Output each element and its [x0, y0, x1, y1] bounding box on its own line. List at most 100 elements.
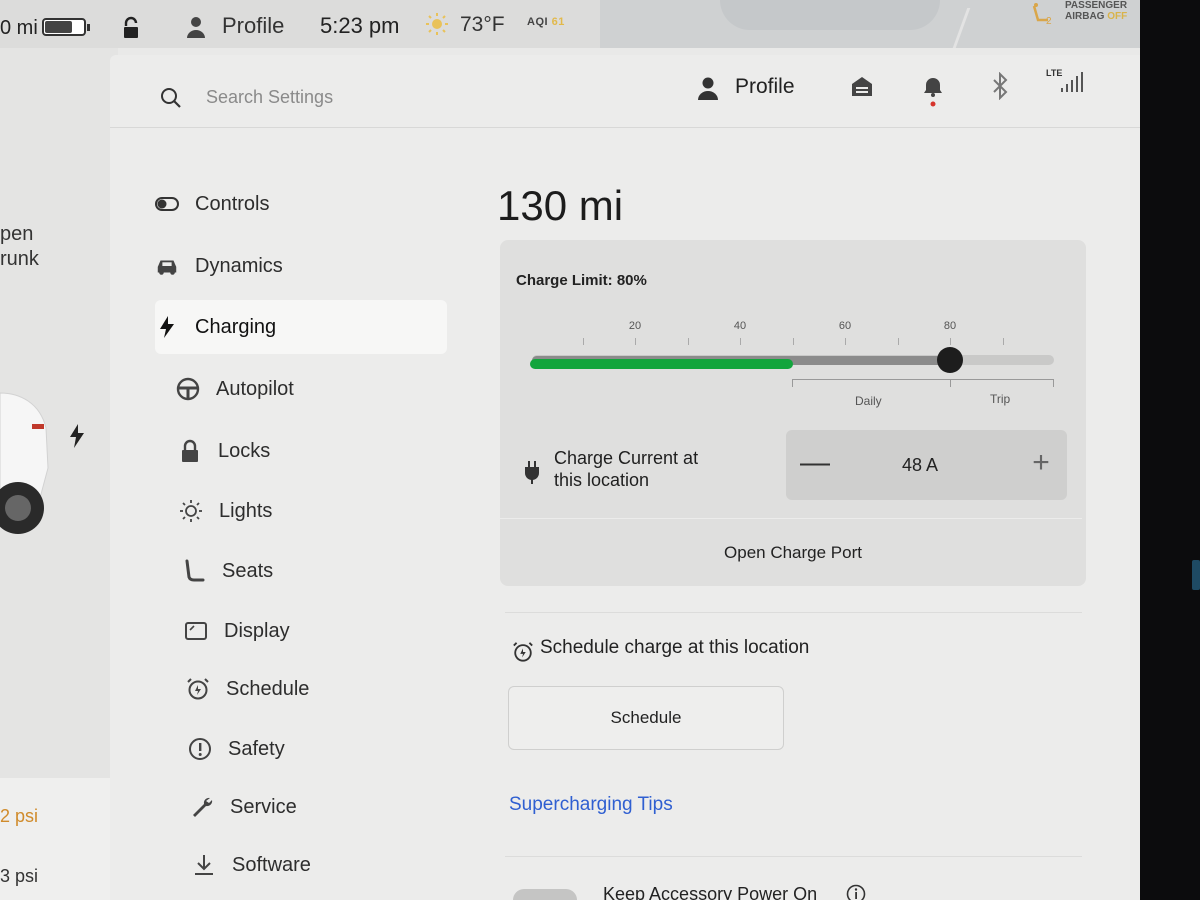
- schedule-charge-label: Schedule charge at this location: [540, 637, 810, 658]
- sun-icon: [425, 12, 449, 41]
- airbag-line-1: PASSENGER: [1065, 0, 1128, 11]
- daily-label: Daily: [855, 394, 882, 408]
- slider-tick-label: 80: [943, 320, 957, 332]
- keep-accessory-power-toggle[interactable]: [513, 889, 577, 900]
- header-profile-button[interactable]: Profile: [735, 75, 795, 99]
- status-profile[interactable]: Profile: [222, 13, 284, 39]
- alert-circle-icon: [188, 737, 212, 761]
- tire-pressure-front: 2 psi: [0, 806, 39, 826]
- open-trunk-line-1: pen: [0, 223, 34, 245]
- nav-item-locks[interactable]: Locks: [178, 424, 470, 478]
- nav-item-seats[interactable]: Seats: [182, 544, 474, 598]
- toggle-icon: [155, 192, 179, 216]
- nav-label: Display: [224, 619, 290, 642]
- charge-current-line-1: Charge Current at: [554, 448, 699, 468]
- aqi-indicator: AQI 61: [527, 16, 565, 28]
- search-icon[interactable]: [160, 87, 182, 114]
- open-trunk-line-2: runk: [0, 248, 39, 270]
- info-icon[interactable]: [846, 884, 866, 900]
- download-icon: [192, 853, 216, 877]
- steering-wheel-icon: [176, 377, 200, 401]
- screen-bezel: [1140, 0, 1200, 900]
- person-icon: [186, 15, 206, 44]
- nav-label: Charging: [195, 315, 277, 338]
- charge-limit-slider-handle[interactable]: [937, 347, 963, 373]
- daily-trip-bracket: [792, 379, 1054, 387]
- schedule-alarm-icon: [512, 641, 534, 668]
- charge-limit-label: Charge Limit: 80%: [516, 272, 647, 289]
- unlocked-icon[interactable]: [120, 16, 144, 45]
- nav-item-controls[interactable]: Controls: [155, 177, 447, 231]
- current-charge-fill: [530, 359, 793, 369]
- cell-signal-icon: [1060, 72, 1084, 99]
- bolt-icon: [155, 315, 179, 339]
- profile-icon[interactable]: [697, 76, 719, 105]
- charge-current-label: Charge Current at this location: [554, 447, 698, 491]
- slider-tick: [898, 338, 899, 345]
- slider-tick-label: 40: [733, 320, 747, 332]
- schedule-button[interactable]: Schedule: [508, 686, 784, 750]
- nav-item-dynamics[interactable]: Dynamics: [155, 239, 447, 293]
- airbag-state: OFF: [1107, 11, 1128, 22]
- wrench-icon: [190, 795, 214, 819]
- nav-label: Schedule: [226, 677, 310, 700]
- slider-tick: [1003, 338, 1004, 345]
- search-settings-input[interactable]: [206, 84, 506, 110]
- card-divider: [500, 518, 1082, 519]
- decrease-current-button[interactable]: —: [800, 448, 830, 478]
- touchscreen: 0 mi Profile 5:23 pm 73°F AQI 61 2 PASSE…: [0, 0, 1140, 900]
- nav-label: Service: [230, 795, 297, 818]
- passenger-airbag-status: PASSENGER AIRBAG OFF: [1065, 0, 1127, 22]
- nav-label: Autopilot: [216, 377, 294, 400]
- airbag-line-2: AIRBAG: [1065, 11, 1105, 22]
- trip-label: Trip: [990, 392, 1011, 406]
- slider-tick: [688, 338, 689, 345]
- nav-item-safety[interactable]: Safety: [188, 722, 480, 776]
- charging-bolt-icon: [68, 424, 86, 453]
- bluetooth-icon[interactable]: [990, 71, 1012, 105]
- slider-tick: [635, 338, 636, 345]
- open-trunk-button[interactable]: pen runk: [0, 222, 39, 272]
- supercharging-tips-link[interactable]: Supercharging Tips: [509, 794, 673, 816]
- nav-item-service[interactable]: Service: [190, 780, 482, 834]
- range-display: 130 mi: [497, 182, 624, 229]
- map-strip: [600, 0, 1140, 48]
- tire-pressure-rear: 3 psi: [0, 866, 39, 886]
- nav-item-charging[interactable]: Charging: [155, 300, 447, 354]
- charge-current-value: 48 A: [902, 455, 939, 475]
- status-time: 5:23 pm: [320, 13, 400, 38]
- alarm-clock-icon: [186, 677, 210, 701]
- nav-item-autopilot[interactable]: Autopilot: [176, 362, 468, 416]
- slider-tick: [740, 338, 741, 345]
- open-charge-port-button[interactable]: Open Charge Port: [500, 520, 1086, 586]
- status-bar: 0 mi Profile 5:23 pm 73°F AQI 61 2 PASSE…: [0, 0, 1140, 48]
- nav-item-display[interactable]: Display: [184, 604, 476, 658]
- divider: [505, 856, 1082, 857]
- notification-bell-icon[interactable]: [922, 74, 944, 113]
- light-icon: [179, 499, 203, 523]
- slider-tick: [583, 338, 584, 345]
- divider: [505, 612, 1082, 613]
- nav-label: Dynamics: [195, 254, 283, 277]
- nav-item-software[interactable]: Software: [192, 838, 484, 892]
- slider-tick-label: 60: [838, 320, 852, 332]
- aqi-label: AQI: [527, 16, 549, 28]
- nav-label: Controls: [195, 192, 270, 215]
- slider-tick-label: 20: [628, 320, 642, 332]
- slider-tick: [793, 338, 794, 345]
- bezel-reflection: [1192, 560, 1200, 590]
- garage-icon[interactable]: [850, 74, 874, 103]
- nav-label: Safety: [228, 737, 285, 760]
- nav-label: Software: [232, 853, 311, 876]
- slider-tick: [950, 338, 951, 345]
- passenger-seat-icon: 2: [1030, 2, 1056, 31]
- nav-label: Lights: [219, 499, 273, 522]
- nav-label: Locks: [218, 439, 271, 462]
- status-range: 0 mi: [0, 17, 38, 39]
- lock-icon: [178, 439, 202, 463]
- nav-item-schedule[interactable]: Schedule: [186, 662, 478, 716]
- increase-current-button[interactable]: +: [1028, 448, 1054, 478]
- nav-item-lights[interactable]: Lights: [179, 484, 471, 538]
- aqi-value: 61: [551, 16, 565, 28]
- status-temperature[interactable]: 73°F: [460, 13, 505, 37]
